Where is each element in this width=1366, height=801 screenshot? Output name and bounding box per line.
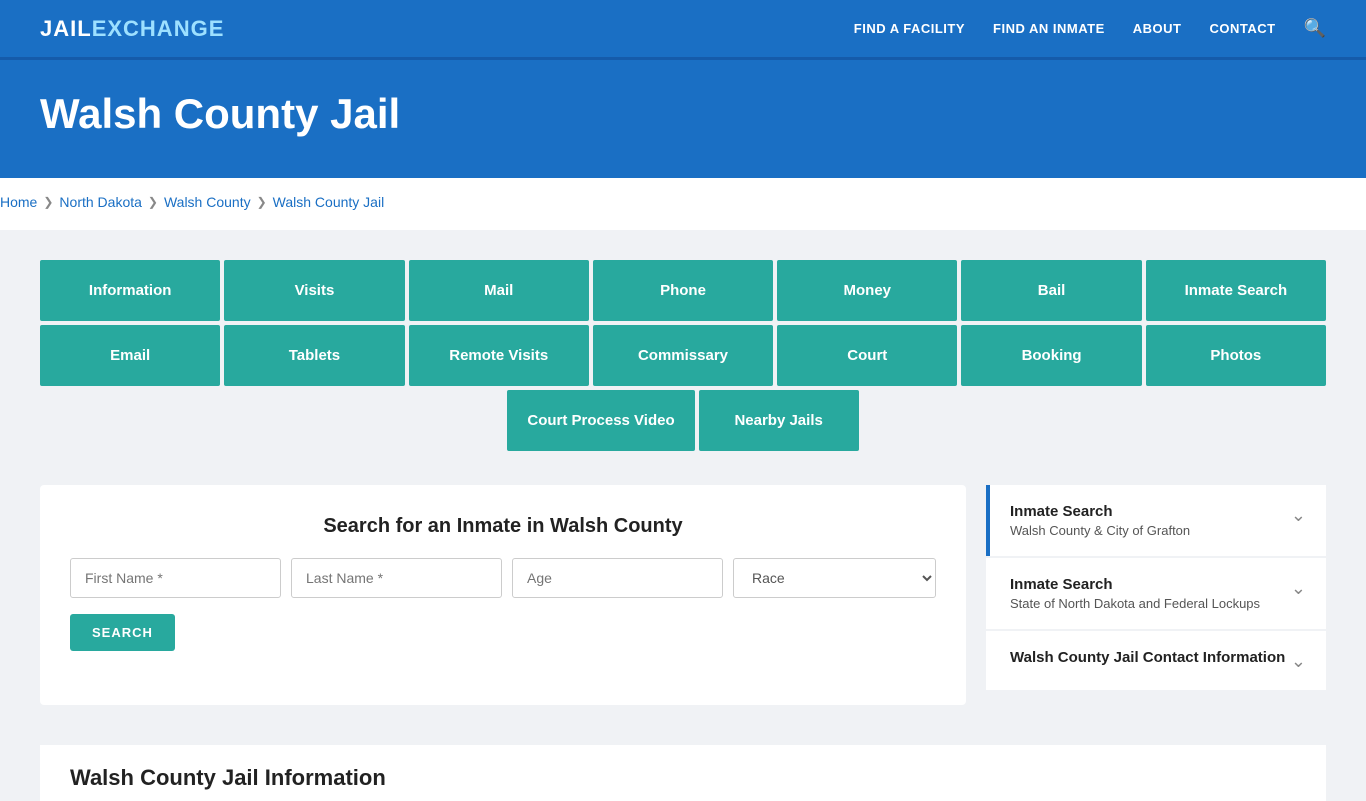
nav-links: FIND A FACILITY FIND AN INMATE ABOUT CON… (854, 18, 1326, 39)
btn-visits[interactable]: Visits (224, 260, 404, 321)
sidebar-item-contact-info[interactable]: Walsh County Jail Contact Information ⌄ (986, 631, 1326, 690)
chevron-icon: ❯ (43, 195, 53, 209)
btn-photos[interactable]: Photos (1146, 325, 1326, 386)
buttons-row-1: Information Visits Mail Phone Money Bail… (40, 260, 1326, 321)
sidebar-item-inmate-search-2[interactable]: Inmate Search State of North Dakota and … (986, 558, 1326, 629)
last-name-input[interactable] (291, 558, 502, 598)
nav-contact[interactable]: CONTACT (1209, 21, 1275, 36)
sidebar-item-subtitle: State of North Dakota and Federal Lockup… (1010, 596, 1260, 611)
nav-about[interactable]: ABOUT (1133, 21, 1182, 36)
chevron-icon: ❯ (148, 195, 158, 209)
btn-nearby-jails[interactable]: Nearby Jails (699, 390, 859, 451)
btn-commissary[interactable]: Commissary (593, 325, 773, 386)
sidebar: Inmate Search Walsh County & City of Gra… (986, 485, 1326, 690)
navigation: JAILEXCHANGE FIND A FACILITY FIND AN INM… (0, 0, 1366, 60)
chevron-icon: ❯ (257, 195, 267, 209)
hero-section: Walsh County Jail (0, 60, 1366, 178)
btn-court-process-video[interactable]: Court Process Video (507, 390, 694, 451)
breadcrumb: Home ❯ North Dakota ❯ Walsh County ❯ Wal… (0, 178, 1366, 230)
page-title: Walsh County Jail (40, 90, 1326, 138)
btn-email[interactable]: Email (40, 325, 220, 386)
nav-find-facility[interactable]: FIND A FACILITY (854, 21, 965, 36)
btn-inmate-search[interactable]: Inmate Search (1146, 260, 1326, 321)
btn-money[interactable]: Money (777, 260, 957, 321)
sidebar-item-title: Walsh County Jail Contact Information (1010, 649, 1285, 666)
btn-remote-visits[interactable]: Remote Visits (409, 325, 589, 386)
logo-exchange: EXCHANGE (92, 16, 225, 41)
age-input[interactable] (512, 558, 723, 598)
btn-tablets[interactable]: Tablets (224, 325, 404, 386)
breadcrumb-wcj[interactable]: Walsh County Jail (273, 194, 385, 210)
breadcrumb-nd[interactable]: North Dakota (59, 194, 141, 210)
breadcrumb-home[interactable]: Home (0, 194, 37, 210)
nav-find-inmate[interactable]: FIND AN INMATE (993, 21, 1105, 36)
buttons-row-3: Court Process Video Nearby Jails (40, 390, 1326, 451)
btn-booking[interactable]: Booking (961, 325, 1141, 386)
sidebar-item-subtitle: Walsh County & City of Grafton (1010, 523, 1190, 538)
category-buttons-section: Information Visits Mail Phone Money Bail… (0, 230, 1366, 485)
info-title: Walsh County Jail Information (70, 765, 1296, 791)
search-fields: Race White Black Hispanic Asian Other (70, 558, 936, 598)
breadcrumb-walsh[interactable]: Walsh County (164, 194, 251, 210)
main-content: Search for an Inmate in Walsh County Rac… (0, 485, 1366, 745)
btn-bail[interactable]: Bail (961, 260, 1141, 321)
search-icon[interactable]: 🔍 (1304, 18, 1326, 39)
btn-mail[interactable]: Mail (409, 260, 589, 321)
info-section: Walsh County Jail Information (40, 745, 1326, 801)
sidebar-item-title: Inmate Search (1010, 576, 1260, 593)
logo-jail: JAIL (40, 16, 92, 41)
search-title: Search for an Inmate in Walsh County (70, 515, 936, 538)
chevron-down-icon: ⌄ (1291, 651, 1306, 672)
btn-court[interactable]: Court (777, 325, 957, 386)
first-name-input[interactable] (70, 558, 281, 598)
site-logo[interactable]: JAILEXCHANGE (40, 16, 224, 42)
buttons-row-2: Email Tablets Remote Visits Commissary C… (40, 325, 1326, 386)
btn-information[interactable]: Information (40, 260, 220, 321)
inmate-search-card: Search for an Inmate in Walsh County Rac… (40, 485, 966, 705)
race-select[interactable]: Race White Black Hispanic Asian Other (733, 558, 936, 598)
search-button[interactable]: SEARCH (70, 614, 175, 651)
sidebar-item-title: Inmate Search (1010, 503, 1190, 520)
sidebar-item-inmate-search-1[interactable]: Inmate Search Walsh County & City of Gra… (986, 485, 1326, 556)
btn-phone[interactable]: Phone (593, 260, 773, 321)
chevron-down-icon: ⌄ (1291, 505, 1306, 526)
chevron-down-icon: ⌄ (1291, 578, 1306, 599)
